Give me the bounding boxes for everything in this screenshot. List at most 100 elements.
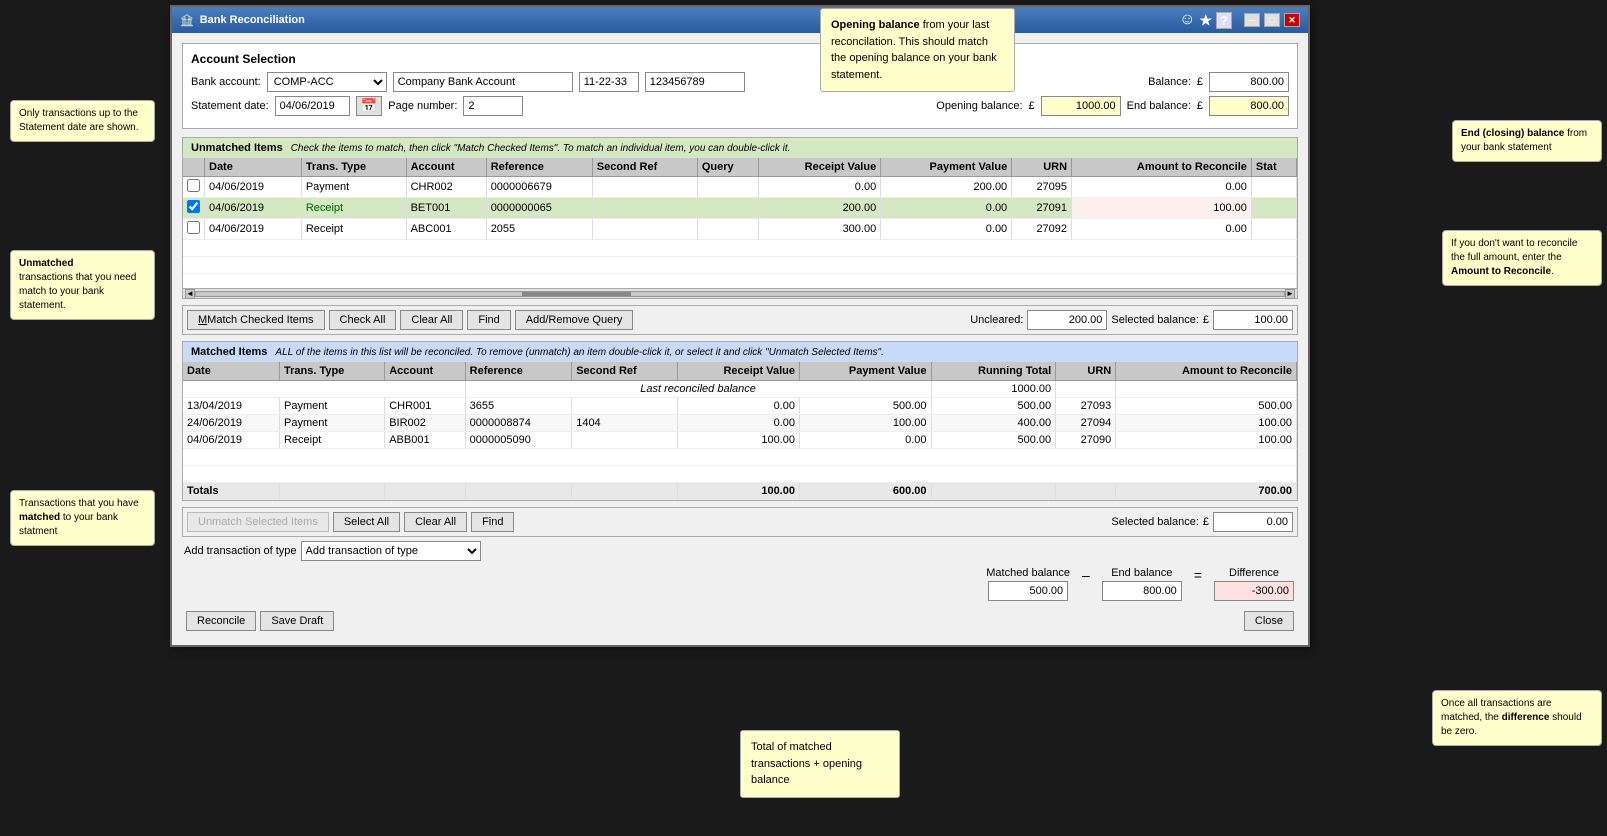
scroll-left-button[interactable]: ◄ [185, 289, 195, 299]
row2-receipt: 200.00 [759, 198, 881, 219]
select-all-button[interactable]: Select All [333, 512, 400, 532]
balance-input[interactable] [1209, 72, 1289, 92]
totals-empty4 [572, 483, 678, 500]
col-payment-value: Payment Value [881, 158, 1012, 177]
unmatched-row: 04/06/2019 Payment CHR002 0000006679 0.0… [183, 177, 1297, 198]
row2-trans-type: Receipt [301, 198, 406, 219]
selected-balance-input[interactable] [1213, 310, 1293, 330]
uncleared-input[interactable] [1027, 310, 1107, 330]
amount-reconcile-callout: If you don't want to reconcile the full … [1442, 230, 1602, 286]
save-draft-button[interactable]: Save Draft [260, 611, 334, 631]
totals-empty3 [465, 483, 572, 500]
maximize-button[interactable]: □ [1264, 13, 1280, 27]
row1-checkbox[interactable] [187, 179, 200, 192]
row3-account: ABC001 [406, 219, 486, 240]
calc-end-balance-input[interactable] [1102, 581, 1182, 601]
calc-end-balance-label: End balance [1111, 567, 1172, 579]
row3-amount-reconcile: 0.00 [1072, 219, 1252, 240]
unmatched-scrollbar[interactable]: ◄ ► [183, 288, 1297, 298]
totals-payment: 600.00 [799, 483, 931, 500]
row2-checkbox[interactable] [187, 200, 200, 213]
matched-table: Date Trans. Type Account Reference Secon… [183, 362, 1297, 500]
matched-balance-input[interactable] [988, 581, 1068, 601]
scroll-right-button[interactable]: ► [1285, 289, 1295, 299]
statement-date-row: Statement date: 📅 Page number: Opening b… [191, 96, 1289, 116]
statement-date-input[interactable] [275, 96, 350, 116]
last-reconciled-row: Last reconciled balance 1000.00 [183, 381, 1297, 398]
difference-callout-text: Once all transactions are matched, the d… [1441, 698, 1582, 737]
opening-balance-input[interactable] [1041, 96, 1121, 116]
scrollbar-track[interactable] [195, 291, 1285, 297]
page-number-input[interactable] [463, 96, 523, 116]
last-reconciled-text: Last reconciled balance [465, 381, 931, 398]
unmatched-callout-text: transactions that you need match to your… [19, 272, 136, 311]
check-all-button[interactable]: Check All [329, 310, 397, 330]
mcol-urn: URN [1056, 362, 1116, 381]
unmatched-row: 04/06/2019 Receipt BET001 0000000065 200… [183, 198, 1297, 219]
matched-clear-all-button[interactable]: Clear All [404, 512, 467, 532]
mcol-date: Date [183, 362, 279, 381]
add-transaction-dropdown[interactable]: Add transaction of type Payment Receipt [301, 541, 481, 561]
col-urn: URN [1012, 158, 1072, 177]
bank-name-input[interactable] [393, 72, 573, 92]
mrow1-trans-type: Payment [279, 398, 384, 415]
matched-items-header: Matched Items ALL of the items in this l… [183, 342, 1297, 362]
mcol-payment-value: Payment Value [799, 362, 931, 381]
mrow2-running-total: 400.00 [931, 415, 1056, 432]
mrow3-second-ref [572, 432, 678, 449]
close-button[interactable]: Close [1244, 611, 1294, 631]
find-button[interactable]: Find [467, 310, 510, 330]
help-icon[interactable]: ? [1216, 12, 1232, 29]
mcol-reference: Reference [465, 362, 572, 381]
matched-row: 04/06/2019 Receipt ABB001 0000005090 100… [183, 432, 1297, 449]
match-checked-button[interactable]: MMatch Checked Items [187, 310, 325, 330]
reconcile-button[interactable]: Reconcile [186, 611, 256, 631]
mcol-second-ref: Second Ref [572, 362, 678, 381]
matched-row: 24/06/2019 Payment BIR002 0000008874 140… [183, 415, 1297, 432]
clear-all-button[interactable]: Clear All [400, 310, 463, 330]
matched-row: 13/04/2019 Payment CHR001 3655 0.00 500.… [183, 398, 1297, 415]
row1-query [697, 177, 759, 198]
difference-input[interactable] [1214, 581, 1294, 601]
mrow2-amount-reconcile: 100.00 [1116, 415, 1297, 432]
mcol-amount-reconcile: Amount to Reconcile [1116, 362, 1297, 381]
row3-checkbox[interactable] [187, 221, 200, 234]
unmatched-note: Check the items to match, then click "Ma… [291, 143, 791, 154]
matched-balance-label: Matched balance [986, 567, 1070, 579]
col-query: Query [697, 158, 759, 177]
mrow3-trans-type: Receipt [279, 432, 384, 449]
amount-reconcile-callout-text: If you don't want to reconcile the full … [1451, 238, 1577, 277]
page-number-label: Page number: [388, 100, 457, 112]
row1-receipt: 0.00 [759, 177, 881, 198]
account-number-input[interactable] [645, 72, 745, 92]
totals-empty5 [931, 483, 1056, 500]
row1-date: 04/06/2019 [205, 177, 302, 198]
matched-selected-balance-input[interactable] [1213, 512, 1293, 532]
totals-amount: 700.00 [1116, 483, 1297, 500]
add-remove-query-button[interactable]: Add/Remove Query [515, 310, 634, 330]
calendar-button[interactable]: 📅 [356, 96, 383, 116]
mrow1-account: CHR001 [385, 398, 465, 415]
mrow3-date: 04/06/2019 [183, 432, 279, 449]
matched-items-section: Matched Items ALL of the items in this l… [182, 341, 1298, 501]
mrow2-urn: 27094 [1056, 415, 1116, 432]
row2-amount-reconcile: 100.00 [1072, 198, 1252, 219]
end-balance-label: End balance: [1127, 100, 1191, 112]
bank-account-dropdown[interactable]: COMP-ACC [267, 72, 387, 92]
calculations-section: Matched balance – End balance = Differen… [182, 565, 1298, 603]
unmatched-title: Unmatched Items [191, 142, 283, 154]
star-icon[interactable]: ★ [1199, 12, 1212, 29]
sort-code-input[interactable] [579, 72, 639, 92]
unmatched-button-bar: MMatch Checked Items Check All Clear All… [182, 305, 1298, 335]
scrollbar-thumb[interactable] [522, 292, 631, 296]
unmatch-selected-button[interactable]: Unmatch Selected Items [187, 512, 329, 532]
col-receipt-value: Receipt Value [759, 158, 881, 177]
smiley-icon[interactable]: ☺ [1179, 11, 1195, 29]
minimize-button[interactable]: ─ [1244, 13, 1260, 27]
mrow1-second-ref [572, 398, 678, 415]
last-reconciled-empty2 [1116, 381, 1297, 398]
close-window-button[interactable]: ✕ [1284, 13, 1300, 27]
end-balance-input[interactable] [1209, 96, 1289, 116]
matched-find-button[interactable]: Find [471, 512, 514, 532]
mrow3-receipt: 100.00 [677, 432, 799, 449]
